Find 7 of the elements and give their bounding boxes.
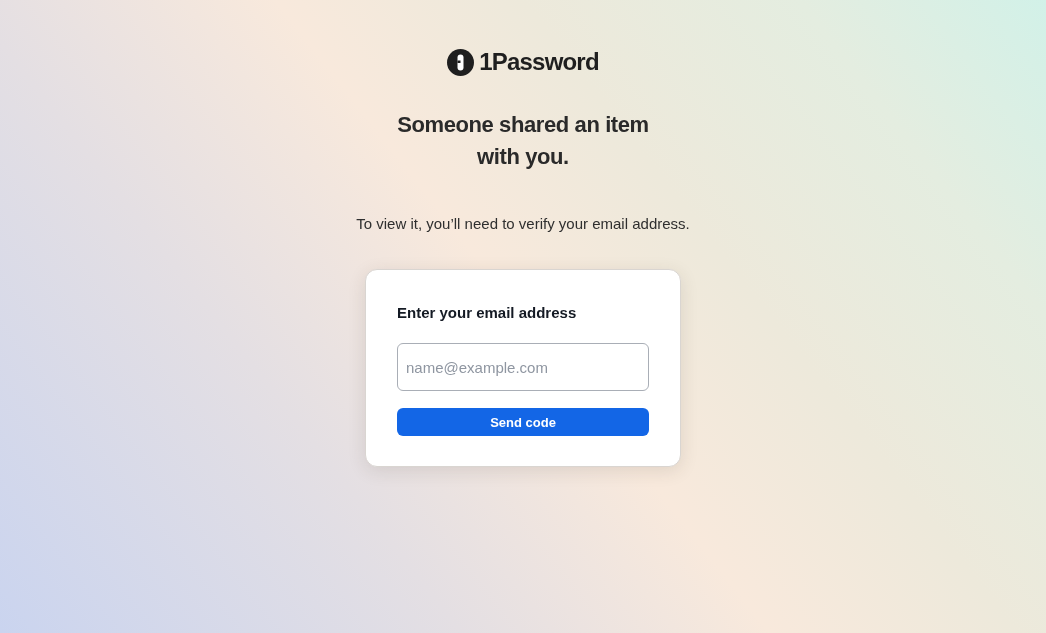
brand-name: 1Password xyxy=(479,48,599,76)
email-label: Enter your email address xyxy=(397,303,578,323)
page-heading: Someone shared an item with you. xyxy=(396,111,650,171)
instruction-text: To view it, you’ll need to verify your email address. xyxy=(356,214,690,234)
keyhole-icon xyxy=(447,48,475,76)
email-field[interactable]: name@example.com xyxy=(397,343,649,391)
send-code-button[interactable]: Send code xyxy=(397,408,649,436)
